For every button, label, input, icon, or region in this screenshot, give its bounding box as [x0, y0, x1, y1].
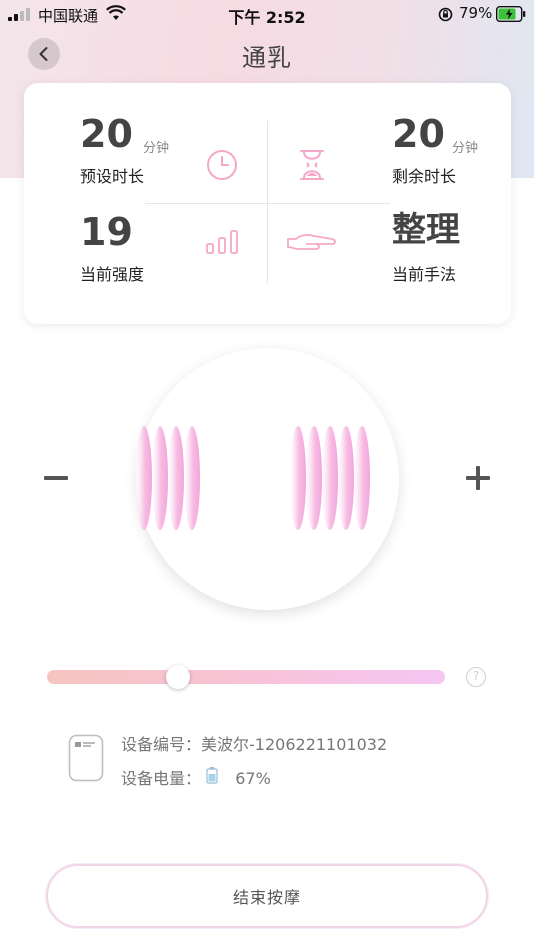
device-battery-row: 设备电量： 67% [121, 765, 271, 789]
device-number-row: 设备编号：美波尔-1206221101032 [121, 731, 387, 755]
hand-massage-icon [287, 234, 336, 250]
help-icon[interactable]: ? [466, 667, 486, 687]
intensity-slider-thumb[interactable] [166, 665, 191, 689]
remaining-duration-label: 剩余时长 [392, 167, 457, 186]
end-massage-label: 结束按摩 [232, 888, 301, 907]
status-bar: 中国联通 下午 2:52 79% [0, 0, 534, 30]
current-intensity-value: 19 [80, 210, 133, 254]
card-divider-horizontal [145, 203, 390, 204]
wave-right-group [290, 426, 370, 530]
current-intensity-label: 当前强度 [80, 265, 145, 284]
current-technique-label: 当前手法 [392, 265, 457, 284]
battery-icon [496, 6, 526, 22]
intensity-slider-track[interactable] [47, 670, 445, 684]
remaining-duration-value: 20 [392, 112, 445, 156]
clock-icon [207, 150, 237, 180]
session-info-card: 20 分钟 预设时长 20 分钟 剩余时长 19 当前强度 整理 当前手法 [24, 83, 511, 324]
current-technique-value: 整理 [392, 210, 460, 250]
device-battery-icon [206, 767, 218, 784]
device-icon [68, 734, 104, 782]
preset-duration-unit: 分钟 [143, 141, 170, 156]
device-battery-label: 设备电量： [121, 769, 202, 788]
intensity-bars-icon [206, 230, 238, 254]
clock-time: 下午 2:52 [228, 8, 306, 27]
preset-duration-label: 预设时长 [80, 167, 145, 186]
increase-intensity-button[interactable] [465, 465, 491, 491]
wave-left-group [136, 426, 200, 530]
battery-percent: 79% [459, 4, 493, 22]
preset-duration-value: 20 [80, 112, 133, 156]
page-title: 通乳 [242, 44, 292, 72]
device-number-label: 设备编号： [121, 735, 202, 754]
remaining-duration-unit: 分钟 [452, 141, 479, 156]
device-number-value: 美波尔-1206221101032 [201, 735, 388, 754]
device-battery-value: 67% [235, 769, 271, 788]
hourglass-icon [300, 150, 324, 180]
decrease-intensity-button[interactable] [43, 465, 69, 491]
card-divider-vertical [267, 121, 268, 283]
end-massage-button[interactable]: 结束按摩 [46, 864, 488, 928]
rotation-lock-icon [438, 7, 453, 22]
